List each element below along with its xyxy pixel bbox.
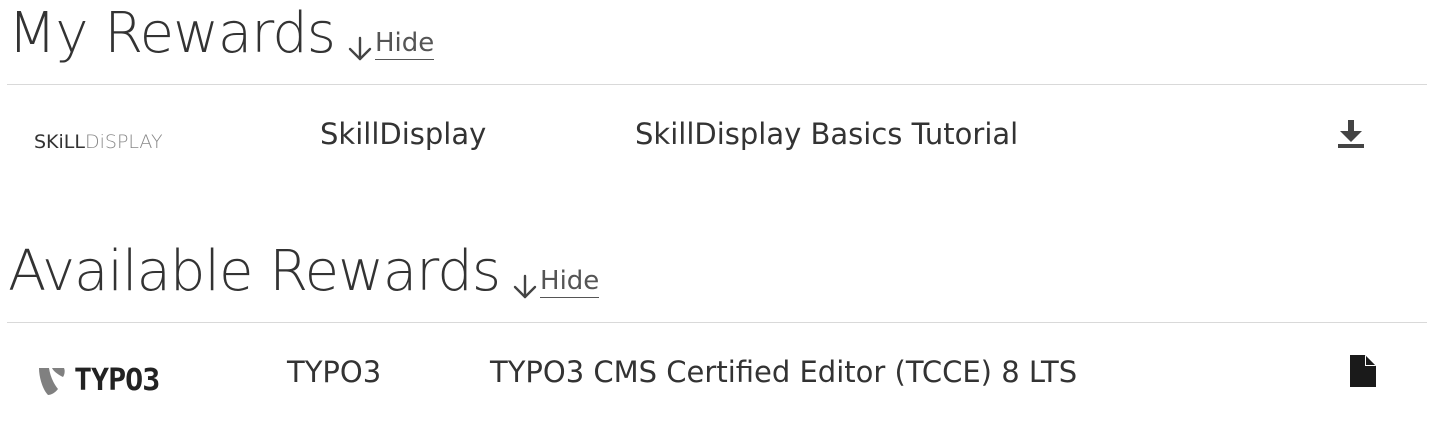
my-rewards-title: My Rewards [8, 1, 336, 66]
available-rewards-hide-link[interactable]: Hide [540, 267, 600, 298]
skilldisplay-logo: SKiLL DiSPLAY [34, 131, 163, 153]
my-rewards-hide-toggle[interactable]: Hide [347, 29, 435, 84]
typo3-mark-icon [39, 367, 65, 395]
reward-provider: SkillDisplay [320, 117, 487, 151]
my-rewards-hide-link[interactable]: Hide [374, 29, 435, 60]
download-icon[interactable] [1336, 118, 1366, 152]
reward-name: SkillDisplay Basics Tutorial [635, 117, 1019, 151]
my-rewards-header: My Rewards Hide [8, 0, 435, 84]
my-reward-row: SKiLL DiSPLAY SkillDisplay SkillDisplay B… [0, 85, 1440, 185]
document-icon[interactable] [1348, 354, 1378, 388]
reward-name: TYPO3 CMS Certified Editor (TCCE) 8 LTS [490, 355, 1078, 389]
reward-provider: TYPO3 [287, 355, 382, 389]
available-rewards-title: Available Rewards [8, 239, 501, 304]
available-rewards-header: Available Rewards Hide [8, 238, 600, 322]
arrow-down-icon [513, 274, 537, 299]
skilldisplay-logo-part-a: SKiLL [34, 131, 85, 153]
typo3-logo-text: TYPO3 [74, 363, 160, 398]
arrow-down-icon [348, 36, 372, 61]
available-reward-row: TYPO3 TYPO3 TYPO3 CMS Certified Editor (… [0, 323, 1440, 423]
typo3-logo: TYPO3 [36, 363, 160, 398]
skilldisplay-logo-part-b: DiSPLAY [84, 131, 163, 153]
available-rewards-hide-toggle[interactable]: Hide [512, 267, 600, 322]
